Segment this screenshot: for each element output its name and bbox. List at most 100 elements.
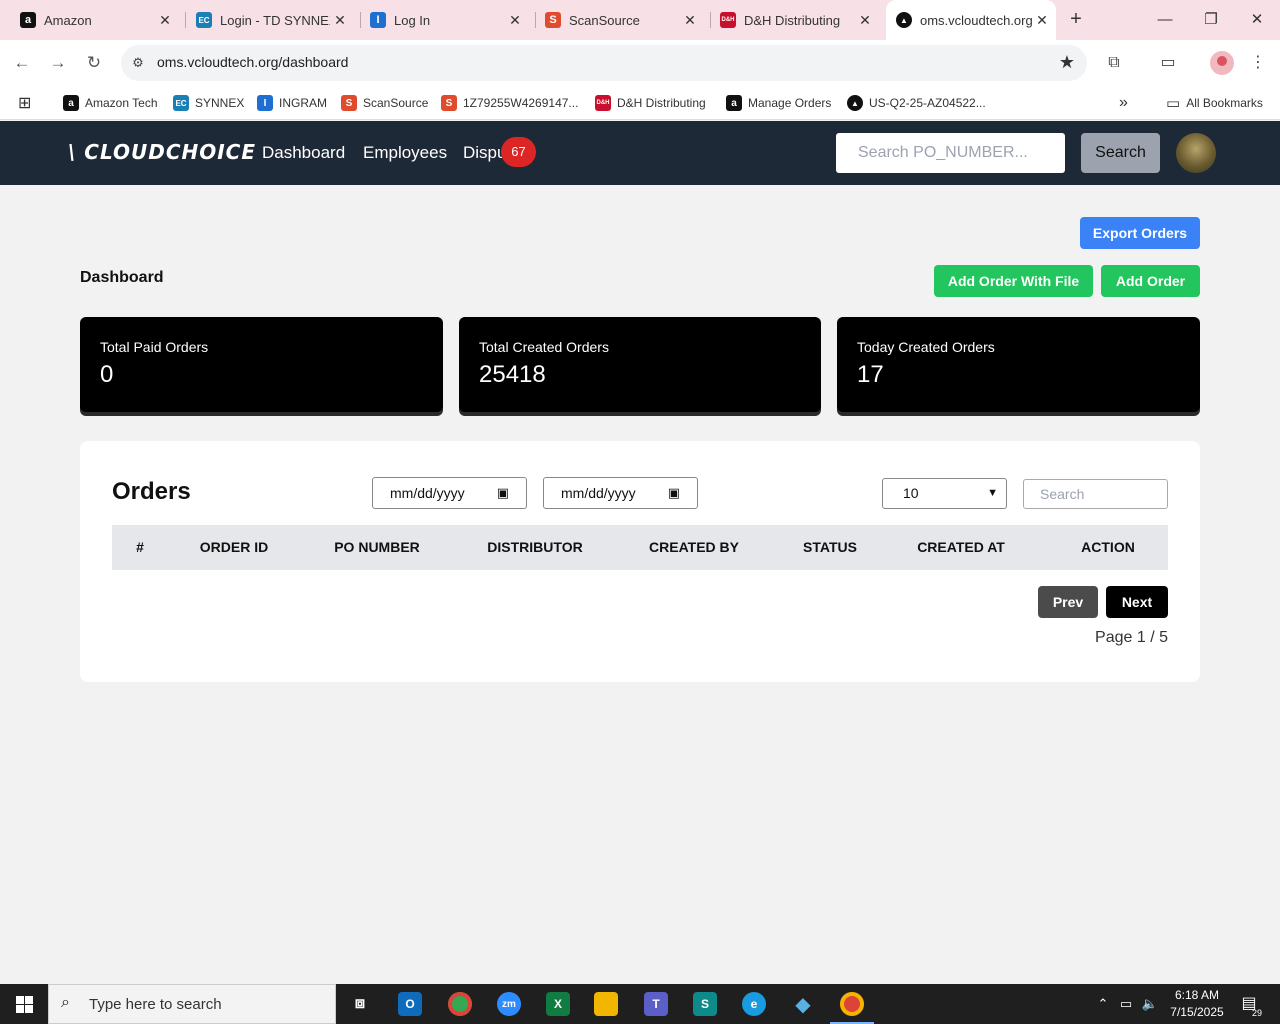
tab-dh-distributing[interactable]: D&H D&H Distributing ✕ (700, 0, 885, 40)
bookmark-star-icon[interactable]: ★ (1059, 52, 1075, 73)
user-avatar[interactable] (1176, 133, 1216, 173)
page-indicator: Page 1 / 5 (1095, 629, 1168, 646)
column-header-status: STATUS (803, 539, 857, 555)
chrome-profile-icon[interactable] (830, 988, 874, 1024)
cloudchoice-logo[interactable]: \ CLOUDCHOICE (68, 140, 256, 164)
profile-avatar-icon[interactable] (1210, 51, 1234, 75)
tab-amazon[interactable]: a Amazon ✕ (0, 0, 185, 40)
header-search-button[interactable]: Search (1081, 133, 1160, 173)
reload-icon[interactable]: ↻ (82, 51, 106, 75)
bookmark-us-q2[interactable]: ▲ US-Q2-25-AZ04522... (847, 92, 986, 114)
column-header-created-by: CREATED BY (649, 539, 739, 555)
tab-log-in[interactable]: I Log In ✕ (350, 0, 535, 40)
file-explorer-icon[interactable] (590, 988, 622, 1020)
bookmark-tracking[interactable]: S 1Z79255W4269147... (441, 92, 578, 114)
tdsynnex-icon: EC (196, 12, 212, 28)
outlook-icon[interactable]: O (394, 988, 426, 1020)
tab-scansource[interactable]: S ScanSource ✕ (525, 0, 710, 40)
stat-card-total-paid-orders: Total Paid Orders 0 (80, 317, 443, 412)
tab-label: D&H Distributing (744, 12, 841, 28)
sway-icon[interactable]: S (689, 988, 721, 1020)
calendar-icon[interactable]: ▣ (668, 478, 680, 508)
orders-table-header: # ORDER ID PO NUMBER DISTRIBUTOR CREATED… (112, 525, 1168, 570)
excel-icon[interactable]: X (542, 988, 574, 1020)
bookmark-amazon-tech[interactable]: a Amazon Tech (63, 92, 158, 114)
site-info-icon[interactable]: ⚙ (129, 54, 147, 72)
task-view-icon[interactable]: ⧈ (344, 988, 376, 1020)
teams-icon[interactable]: T (640, 988, 672, 1020)
nav-disputes[interactable]: Dispu (463, 143, 506, 163)
bookmark-synnex[interactable]: EC SYNNEX (173, 92, 244, 114)
close-icon[interactable]: ✕ (155, 12, 175, 29)
date-to-input[interactable]: mm/dd/yyyy ▣ (543, 477, 698, 509)
date-from-input[interactable]: mm/dd/yyyy ▣ (372, 477, 527, 509)
close-icon[interactable]: ✕ (1032, 12, 1052, 29)
start-button[interactable] (0, 984, 48, 1024)
export-orders-button[interactable]: Export Orders (1080, 217, 1200, 249)
tab-oms-vcloudtech[interactable]: ▲ oms.vcloudtech.org ✕ (886, 0, 1056, 40)
forward-icon[interactable]: → (46, 51, 70, 75)
amazon-icon: a (726, 95, 742, 111)
taskbar-clock[interactable]: 6:18 AM 7/15/2025 (1160, 987, 1234, 1021)
minimize-button[interactable]: — (1153, 8, 1177, 32)
bookmark-label: SYNNEX (195, 96, 245, 110)
tdsynnex-icon: EC (173, 95, 189, 111)
chevron-down-icon: ▼ (987, 487, 998, 499)
browser-tab-strip: a Amazon ✕ EC Login - TD SYNNEX ✕ I Log … (0, 0, 1280, 40)
ingram-icon: I (257, 95, 273, 111)
zoom-icon[interactable]: zm (493, 988, 525, 1020)
taskbar-search-box[interactable]: ⌕ Type here to search (48, 984, 336, 1024)
restore-button[interactable]: ❐ (1199, 8, 1223, 32)
app-diamond-icon[interactable]: ◆ (787, 988, 819, 1020)
page-size-select[interactable]: 10 ▼ (882, 478, 1007, 509)
bookmark-label: Manage Orders (748, 96, 832, 110)
dh-icon: D&H (720, 12, 736, 28)
menu-kebab-icon[interactable]: ⋮ (1246, 51, 1270, 75)
tray-chevron-up-icon[interactable]: ⌃ (1094, 984, 1112, 1024)
bookmark-label: 1Z79255W4269147... (463, 96, 579, 110)
edge-icon[interactable]: e (738, 988, 770, 1020)
apps-grid-icon[interactable]: ⊞ (18, 92, 31, 114)
chrome-icon[interactable] (444, 988, 476, 1020)
new-tab-button[interactable]: + (1064, 8, 1088, 32)
close-icon[interactable]: ✕ (680, 12, 700, 29)
column-header-order-id: ORDER ID (199, 539, 269, 555)
scansource-icon: S (341, 95, 357, 111)
close-icon[interactable]: ✕ (330, 12, 350, 29)
prev-page-button[interactable]: Prev (1038, 586, 1098, 618)
more-bookmarks-chevron-icon[interactable]: » (1119, 92, 1128, 114)
bookmark-ingram[interactable]: I INGRAM (257, 92, 327, 114)
bookmark-label: ScanSource (363, 96, 429, 110)
calendar-icon[interactable]: ▣ (497, 478, 509, 508)
extensions-icon[interactable]: ⧉ (1102, 51, 1126, 75)
search-icon: ⌕ (61, 994, 70, 1011)
nav-employees[interactable]: Employees (363, 143, 447, 163)
stat-label: Total Paid Orders (100, 339, 209, 355)
scansource-icon: S (545, 12, 561, 28)
url-text[interactable]: oms.vcloudtech.org/dashboard (157, 54, 348, 70)
dashboard-title: Dashboard (80, 269, 164, 286)
volume-icon[interactable]: 🔈 (1140, 984, 1160, 1024)
add-order-button[interactable]: Add Order (1101, 265, 1200, 297)
network-icon[interactable]: ▭ (1116, 984, 1136, 1024)
bookmark-dh-distributing[interactable]: D&H D&H Distributing (595, 92, 706, 114)
page-size-value: 10 (903, 485, 919, 501)
window-close-button[interactable]: ✕ (1245, 8, 1269, 32)
address-bar[interactable]: ⚙ oms.vcloudtech.org/dashboard ★ (121, 45, 1087, 81)
back-icon[interactable]: ← (10, 51, 34, 75)
add-order-with-file-button[interactable]: Add Order With File (934, 265, 1093, 297)
taskbar-search-placeholder: Type here to search (89, 996, 222, 1013)
bookmark-scansource[interactable]: S ScanSource (341, 92, 428, 114)
nav-dashboard[interactable]: Dashboard (262, 143, 345, 163)
bookmark-manage-orders[interactable]: a Manage Orders (726, 92, 831, 114)
close-icon[interactable]: ✕ (855, 12, 875, 29)
cast-icon[interactable]: ▭ (1156, 51, 1180, 75)
orders-search-input[interactable]: Search (1023, 479, 1168, 509)
close-icon[interactable]: ✕ (505, 12, 525, 29)
tab-td-synnex[interactable]: EC Login - TD SYNNEX ✕ (176, 0, 360, 40)
po-number-search-input[interactable] (836, 133, 1065, 173)
all-bookmarks[interactable]: ▭ All Bookmarks (1166, 92, 1263, 114)
next-page-button[interactable]: Next (1106, 586, 1168, 618)
stat-card-total-created-orders: Total Created Orders 25418 (459, 317, 821, 412)
all-bookmarks-label: All Bookmarks (1186, 96, 1263, 110)
